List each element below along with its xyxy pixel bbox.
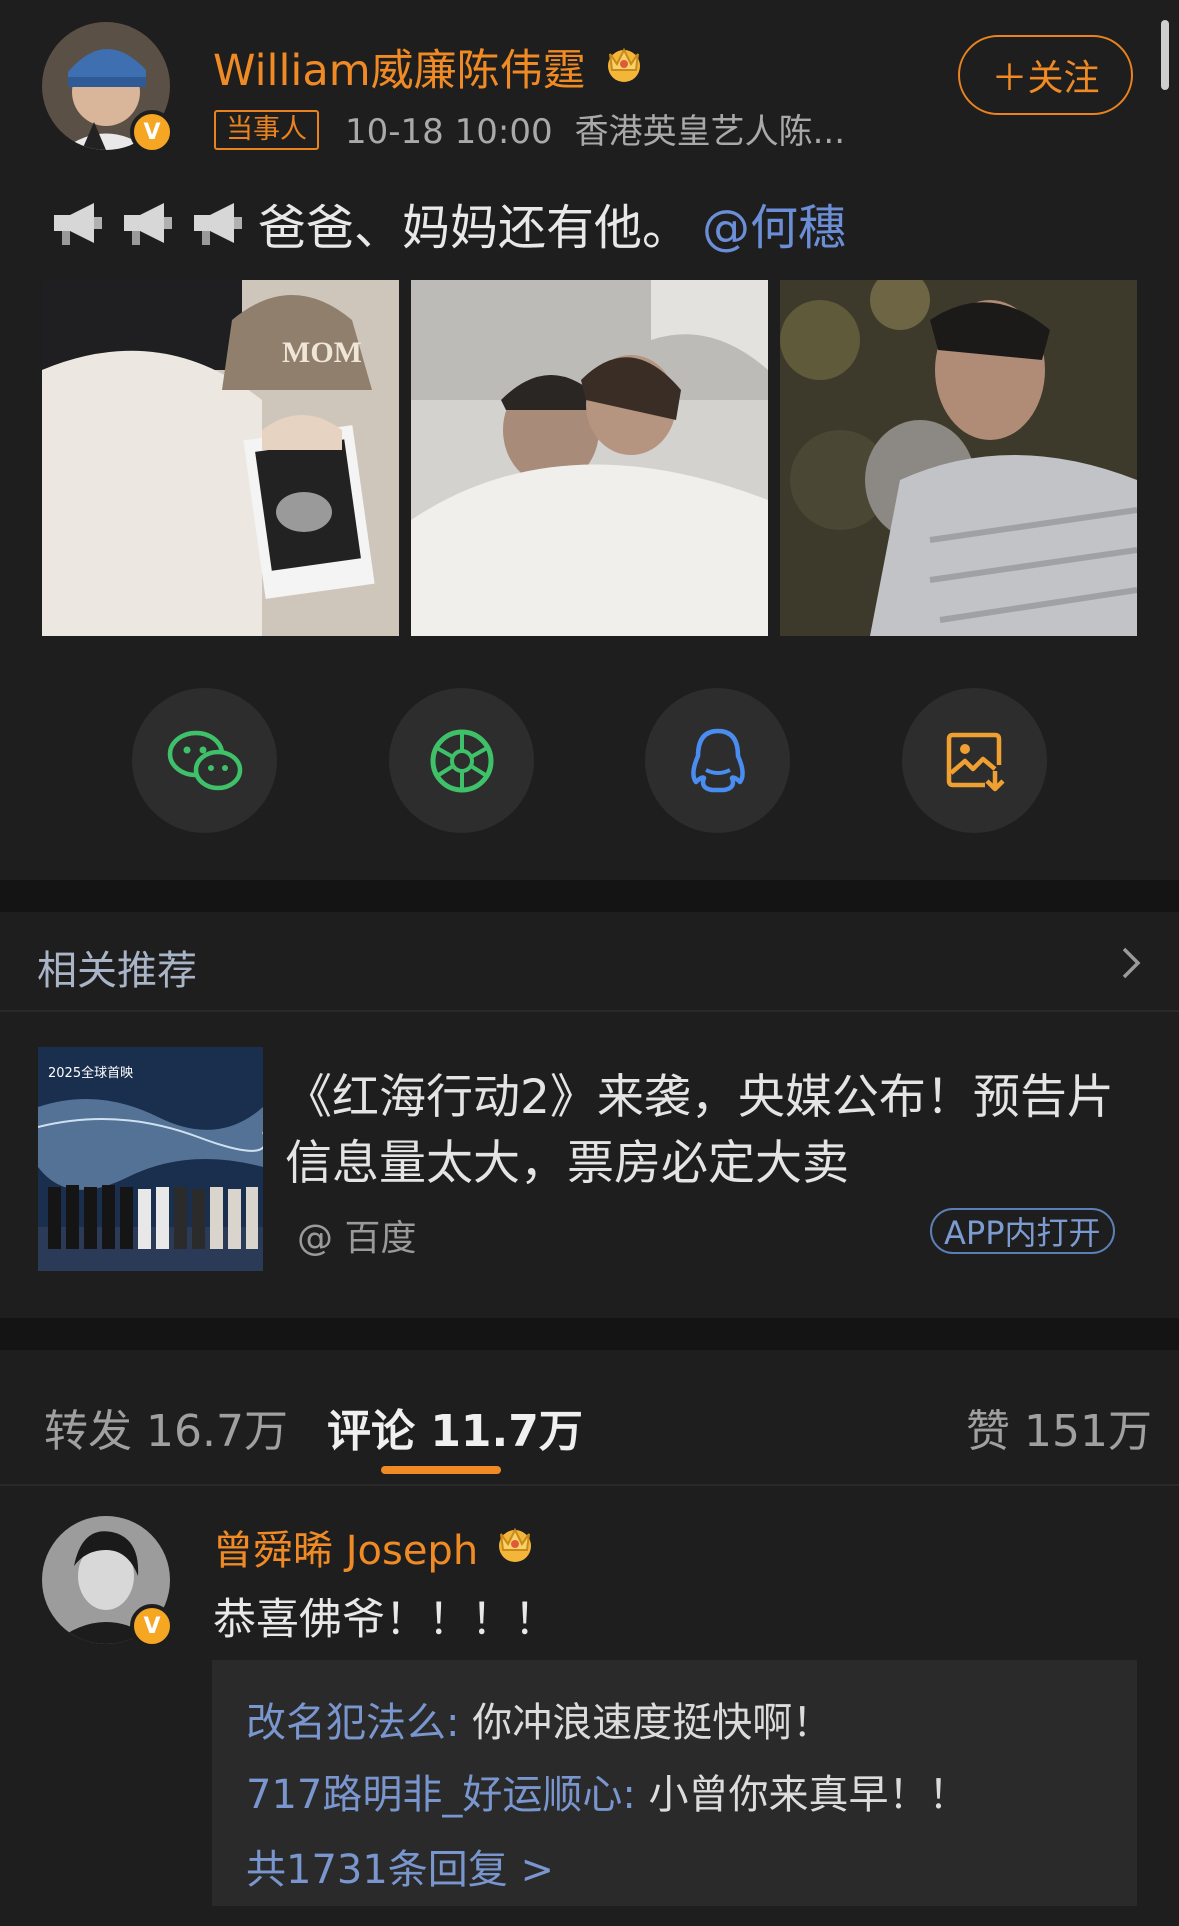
mention-link[interactable]: @何穗 bbox=[702, 188, 846, 258]
save-image-button[interactable] bbox=[902, 688, 1047, 833]
post-photo-1[interactable]: MOM bbox=[42, 280, 399, 636]
tag-badge: 当事人 bbox=[214, 110, 319, 150]
wechat-icon bbox=[167, 730, 242, 790]
section-divider bbox=[0, 880, 1179, 912]
section-divider bbox=[0, 1318, 1179, 1350]
open-in-app-button[interactable]: APP内打开 bbox=[930, 1208, 1115, 1254]
more-replies-link[interactable]: 共1731条回复 > bbox=[246, 1837, 554, 1895]
related-title: 相关推荐 bbox=[37, 948, 197, 994]
news-source: @ 百度 bbox=[297, 1218, 417, 1259]
share-moments-button[interactable] bbox=[389, 688, 534, 833]
follow-button[interactable]: ＋关注 bbox=[958, 35, 1133, 115]
verified-badge-icon: V bbox=[130, 1604, 174, 1648]
post-photo-2[interactable] bbox=[411, 280, 768, 636]
share-wechat-button[interactable] bbox=[132, 688, 277, 833]
crown-icon bbox=[602, 40, 646, 88]
share-qq-button[interactable] bbox=[645, 688, 790, 833]
scrollbar[interactable] bbox=[1161, 20, 1169, 90]
svg-text:MOM: MOM bbox=[282, 336, 362, 369]
svg-text:2025全球首映: 2025全球首映 bbox=[48, 1065, 133, 1081]
post-meta: 10-18 10:00 香港英皇艺人陈... bbox=[345, 104, 867, 153]
commenter-name[interactable]: 曾舜晞 Joseph bbox=[213, 1518, 478, 1576]
reply-author[interactable]: 717路明非_好运顺心: bbox=[246, 1772, 636, 1818]
crown-icon bbox=[493, 1520, 537, 1568]
divider bbox=[0, 1010, 1179, 1012]
post-text: 爸爸、妈妈还有他。 @何穗 bbox=[48, 188, 846, 258]
news-thumbnail[interactable]: 2025全球首映 bbox=[38, 1047, 263, 1271]
reply-author[interactable]: 改名犯法么: bbox=[246, 1700, 459, 1746]
post-source[interactable]: 香港英皇艺人陈... bbox=[575, 112, 845, 152]
comment-text: 恭喜佛爷！！！！ bbox=[213, 1595, 557, 1645]
qq-icon bbox=[690, 728, 745, 792]
verified-badge-icon: V bbox=[130, 110, 174, 154]
reply-text: 小曾你来真早！！ bbox=[635, 1772, 969, 1818]
megaphone-icon bbox=[54, 203, 102, 245]
post-body: 爸爸、妈妈还有他。 bbox=[258, 200, 691, 256]
divider bbox=[0, 1484, 1179, 1486]
author-name[interactable]: William威廉陈伟霆 bbox=[213, 36, 586, 98]
megaphone-icon bbox=[194, 203, 242, 245]
reply-item[interactable]: 改名犯法么: 你冲浪速度挺快啊！ bbox=[246, 1690, 832, 1748]
megaphone-icon bbox=[124, 203, 172, 245]
save-image-icon bbox=[946, 732, 1005, 791]
post-photo-3[interactable] bbox=[780, 280, 1137, 636]
post-time: 10-18 10:00 bbox=[345, 112, 553, 152]
moments-icon bbox=[430, 729, 493, 792]
chevron-right-icon[interactable] bbox=[1118, 945, 1144, 985]
news-title[interactable]: 《红海行动2》来袭，央媒公布！预告片信息量太大，票房必定大卖 bbox=[285, 1065, 1145, 1197]
reply-item[interactable]: 717路明非_好运顺心: 小曾你来真早！！ bbox=[246, 1762, 969, 1820]
tab-repost[interactable]: 转发 16.7万 bbox=[44, 1395, 288, 1459]
tab-comment[interactable]: 评论 11.7万 bbox=[327, 1395, 583, 1459]
reply-text: 你冲浪速度挺快啊！ bbox=[459, 1700, 833, 1746]
active-tab-indicator bbox=[381, 1466, 501, 1474]
tab-like[interactable]: 赞 151万 bbox=[966, 1395, 1152, 1459]
